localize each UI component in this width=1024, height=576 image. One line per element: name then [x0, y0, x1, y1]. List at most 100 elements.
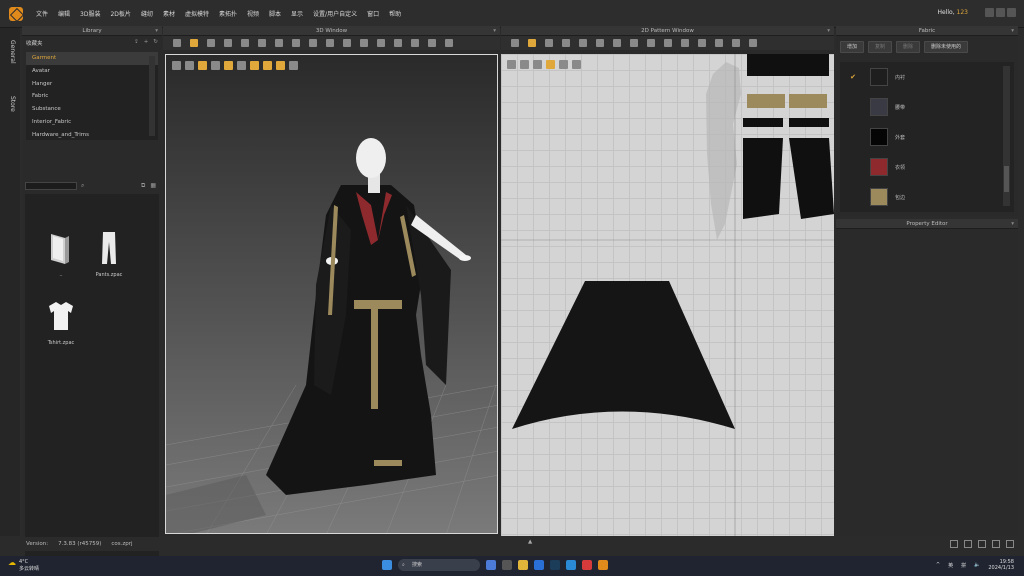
fold-icon[interactable]	[275, 39, 283, 47]
tree-item-garment[interactable]: Garment	[26, 52, 158, 65]
wps-icon[interactable]	[582, 560, 592, 570]
tray-expand-icon[interactable]: ^	[936, 562, 940, 568]
menu-settings[interactable]: 设置/用户自定义	[313, 9, 357, 18]
tree-scrollbar[interactable]	[149, 56, 155, 136]
fabric-item[interactable]: 腰带	[840, 92, 1014, 122]
file-explorer-icon[interactable]	[518, 560, 528, 570]
2d-viewport[interactable]	[501, 54, 834, 536]
fabric-item[interactable]: 外套	[840, 122, 1014, 152]
transform-pattern-icon[interactable]	[528, 39, 536, 47]
layout-single-icon[interactable]	[950, 540, 958, 548]
menu-edit[interactable]: 编辑	[58, 9, 70, 18]
file-item-pants[interactable]: Pants.zpac	[87, 230, 131, 278]
menu-help[interactable]: 帮助	[389, 9, 401, 18]
pin-tool-icon[interactable]	[224, 39, 232, 47]
tab-general[interactable]: General	[4, 40, 16, 64]
pin-icon[interactable]: ▾	[827, 26, 830, 36]
photoshop-icon[interactable]	[550, 560, 560, 570]
task-view-icon[interactable]	[502, 560, 512, 570]
menu-script[interactable]: 脚本	[269, 9, 281, 18]
internal-line-icon[interactable]	[596, 39, 604, 47]
brush-icon[interactable]	[343, 39, 351, 47]
steam-icon[interactable]	[309, 39, 317, 47]
menu-file[interactable]: 文件	[36, 9, 48, 18]
pin-icon[interactable]: ▾	[155, 26, 158, 36]
layout-3d-icon[interactable]	[978, 540, 986, 548]
file-item-tshirt[interactable]: Tshirt.zpac	[39, 298, 83, 346]
fabric-item[interactable]: ✔ 内衬	[840, 62, 1014, 92]
menu-window[interactable]: 窗口	[367, 9, 379, 18]
tree-item-interior-fabric[interactable]: Interior_Fabric	[26, 116, 158, 129]
add-fabric-button[interactable]: 增加	[840, 41, 865, 53]
upload-icon[interactable]: ⇪	[134, 39, 139, 45]
menu-retopology[interactable]: 素拓扑	[219, 9, 237, 18]
edge-icon[interactable]	[566, 560, 576, 570]
taskbar-search[interactable]: ⌕ 搜索	[398, 559, 480, 571]
menu-sewing[interactable]: 缝纫	[141, 9, 153, 18]
free-sewing-icon[interactable]	[664, 39, 672, 47]
weather-widget[interactable]: ☁ 4°C 多云转晴	[8, 559, 39, 573]
menu-3d-garment[interactable]: 3D服装	[80, 9, 100, 18]
segment-sewing-icon[interactable]	[647, 39, 655, 47]
copy-fabric-button[interactable]: 复制	[868, 41, 893, 53]
user-greeting[interactable]: Hello, 123	[938, 9, 969, 16]
library-search-input[interactable]	[25, 182, 77, 190]
menu-display[interactable]: 显示	[291, 9, 303, 18]
tree-item-hanger[interactable]: Hanger	[26, 78, 158, 91]
measure-icon[interactable]	[258, 39, 266, 47]
layout-split-icon[interactable]	[964, 540, 972, 548]
shrink-icon[interactable]	[326, 39, 334, 47]
pattern-more-icon[interactable]	[749, 39, 757, 47]
pin-icon[interactable]: ▾	[1011, 219, 1014, 229]
fabric-scrollbar[interactable]	[1003, 66, 1010, 206]
3d-viewport[interactable]	[165, 54, 498, 534]
tree-item-avatar[interactable]: Avatar	[26, 65, 158, 78]
layout-quad-icon[interactable]	[1006, 540, 1014, 548]
tab-store[interactable]: Store	[4, 96, 16, 112]
start-icon[interactable]	[382, 560, 392, 570]
delete-unused-button[interactable]: 删除未使用的	[924, 41, 969, 53]
menu-materials[interactable]: 素材	[163, 9, 175, 18]
delete-fabric-button[interactable]: 删除	[896, 41, 921, 53]
check-sewing-icon[interactable]	[681, 39, 689, 47]
colorful-app-icon[interactable]	[486, 560, 496, 570]
ime-pinyin[interactable]: 拼	[961, 562, 966, 569]
fabric-item[interactable]: 衣领	[840, 152, 1014, 182]
close-button[interactable]	[1007, 8, 1016, 17]
pleat-icon[interactable]	[715, 39, 723, 47]
mail-icon[interactable]	[534, 560, 544, 570]
grid-view-icon[interactable]: ▦	[150, 182, 156, 190]
graphic-icon[interactable]	[411, 39, 419, 47]
minimize-button[interactable]	[985, 8, 994, 17]
button-tool-icon[interactable]	[377, 39, 385, 47]
dart-icon[interactable]	[613, 39, 621, 47]
add-icon[interactable]: +	[144, 39, 149, 45]
layout-2d-icon[interactable]	[992, 540, 1000, 548]
menu-video[interactable]: 视频	[247, 9, 259, 18]
point-edit-icon[interactable]	[207, 39, 215, 47]
menu-2d-pattern[interactable]: 2D板片	[110, 9, 130, 18]
more-tools-icon[interactable]	[445, 39, 453, 47]
texture-icon[interactable]	[394, 39, 402, 47]
tree-item-substance[interactable]: Substance	[26, 103, 158, 116]
rectangle-icon[interactable]	[562, 39, 570, 47]
tree-item-fabric[interactable]: Fabric	[26, 90, 158, 103]
search-icon[interactable]: ⌕	[81, 182, 84, 190]
select-icon[interactable]	[173, 39, 181, 47]
trace-icon[interactable]	[732, 39, 740, 47]
menu-avatar[interactable]: 虚拟模特	[185, 9, 209, 18]
expand-up-icon[interactable]: ▲	[528, 539, 532, 545]
ime-english[interactable]: 英	[948, 562, 953, 569]
pin-icon[interactable]: ▾	[1011, 26, 1014, 36]
circle-icon[interactable]	[579, 39, 587, 47]
transform-icon[interactable]	[190, 39, 198, 47]
edit-pattern-icon[interactable]	[511, 39, 519, 47]
refresh-icon[interactable]: ↻	[153, 39, 158, 45]
volume-icon[interactable]: 🔈	[974, 562, 980, 568]
pin-icon[interactable]: ▾	[493, 26, 496, 36]
seam-allowance-icon[interactable]	[630, 39, 638, 47]
tree-item-hardware[interactable]: Hardware_and_Trims	[26, 129, 158, 142]
arrange-icon[interactable]	[428, 39, 436, 47]
view-toggle-icon[interactable]: ⧉	[141, 182, 145, 190]
maximize-button[interactable]	[996, 8, 1005, 17]
